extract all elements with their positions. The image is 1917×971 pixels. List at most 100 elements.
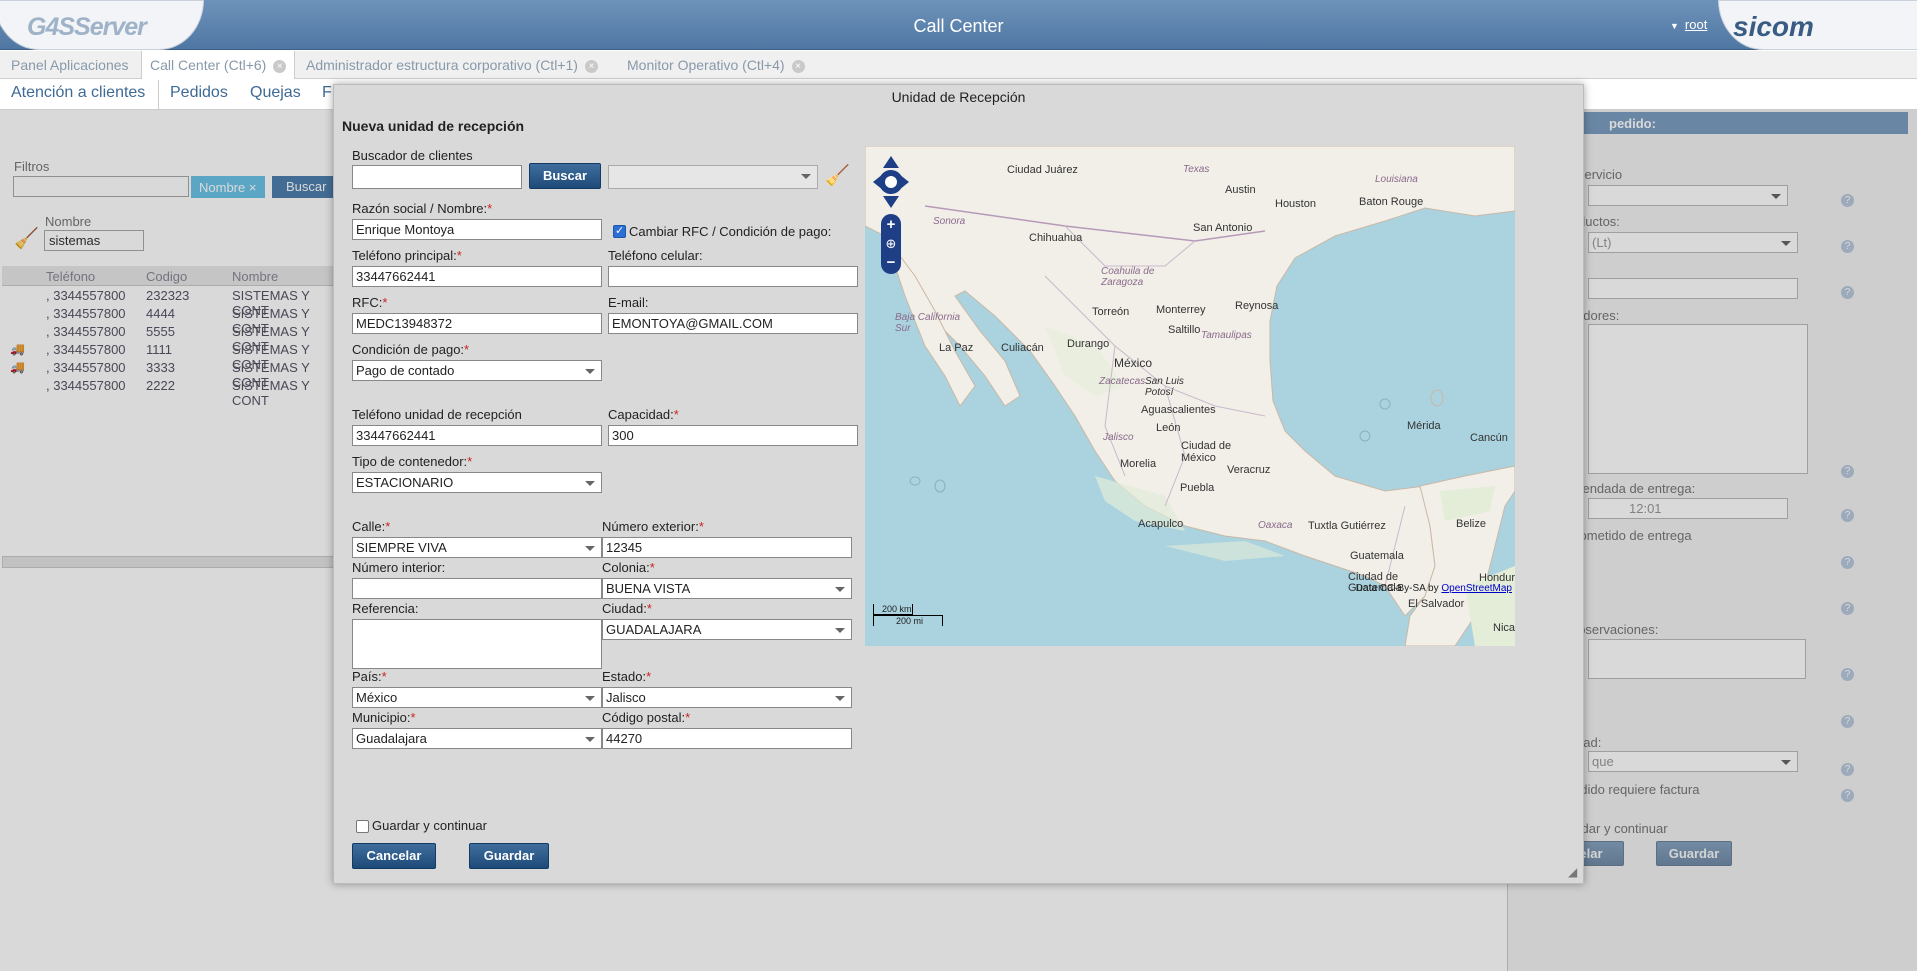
map-city: Mérida — [1407, 420, 1441, 432]
dialog-title: Unidad de Recepción — [891, 89, 1026, 105]
map-city: Acapulco — [1138, 518, 1184, 530]
municipality-select[interactable]: Guadalajara — [352, 728, 602, 749]
reference-textarea[interactable] — [352, 619, 602, 669]
tab-atencion-clientes[interactable]: Atención a clientes — [11, 84, 145, 102]
map-city: Torreón — [1092, 306, 1130, 318]
save-button[interactable]: Guardar — [469, 843, 549, 869]
colonia-select[interactable]: BUENA VISTA — [602, 578, 852, 599]
map-city: Nica — [1493, 622, 1515, 634]
map-city: Tuxtla Gutiérrez — [1308, 520, 1386, 532]
attribution-text: Data CC-By-SA by — [1355, 583, 1439, 594]
street-select[interactable]: SIEMPRE VIVA — [352, 537, 602, 558]
map-city: León — [1156, 422, 1181, 434]
client-search-input[interactable] — [352, 165, 522, 189]
map-city: Reynosa — [1235, 300, 1279, 312]
search-button[interactable]: Buscar — [529, 163, 601, 189]
container-type-select[interactable]: ESTACIONARIO — [352, 472, 602, 493]
tab-label: Panel Aplicaciones — [11, 57, 129, 73]
colonia-label: Colonia:* — [602, 560, 655, 575]
tab-monitor-operativo[interactable]: Monitor Operativo (Ctl+4) × — [627, 57, 805, 73]
map-region: Tamaulipas — [1201, 330, 1252, 341]
interior-number-input[interactable] — [352, 578, 602, 599]
globe-icon[interactable]: ⊕ — [881, 236, 901, 252]
container-type-label: Tipo de contenedor:* — [352, 454, 473, 469]
unit-phone-input[interactable]: 33447662441 — [352, 425, 602, 446]
business-name-input[interactable]: Enrique Montoya — [352, 219, 602, 240]
tab-administrador[interactable]: Administrador estructura corporativo (Ct… — [306, 57, 598, 73]
app-tabs-bar: Panel Aplicaciones Call Center (Ctl+6) × … — [0, 51, 1917, 79]
payment-condition-select[interactable]: Pago de contado — [352, 360, 602, 381]
openstreetmap-link[interactable]: OpenStreetMap — [1441, 583, 1512, 594]
user-menu[interactable]: ▼ root — [1670, 17, 1707, 32]
email-label: E-mail: — [608, 295, 649, 310]
map-city: El Salvador — [1408, 598, 1465, 610]
state-label: Estado:* — [602, 669, 652, 684]
map-region: Zacatecas — [1099, 376, 1146, 387]
state-select[interactable]: Jalisco — [602, 687, 852, 708]
map-zoom-control: + ⊕ − — [881, 214, 901, 274]
interior-number-label: Número interior: — [352, 560, 446, 575]
capacity-input[interactable]: 300 — [608, 425, 858, 446]
close-icon[interactable]: × — [791, 59, 805, 73]
scale-mi: 200 mi — [873, 615, 943, 626]
resize-handle-icon[interactable]: ◢ — [1568, 865, 1577, 879]
email-input[interactable]: EMONTOYA@GMAIL.COM — [608, 313, 858, 334]
postal-code-input[interactable]: 44270 — [602, 728, 852, 749]
map-city: Ciudad Juárez — [1007, 164, 1078, 176]
client-search-label: Buscador de clientes — [352, 148, 473, 163]
map-view[interactable]: Ciudad Juárez Austin Houston Baton Rouge… — [865, 146, 1515, 646]
user-link[interactable]: root — [1685, 17, 1707, 32]
close-icon[interactable]: × — [584, 59, 598, 73]
logo-text: sicom — [1733, 11, 1814, 42]
close-icon[interactable]: × — [273, 59, 287, 73]
change-rfc-label: Cambiar RFC / Condición de pago: — [629, 224, 832, 239]
city-label: Ciudad:* — [602, 601, 652, 616]
app-title: Call Center — [913, 16, 1004, 36]
cancel-button[interactable]: Cancelar — [352, 843, 436, 869]
map-city: Cancún — [1470, 432, 1508, 444]
tab-panel-aplicaciones[interactable]: Panel Aplicaciones — [11, 57, 129, 73]
main-phone-input[interactable]: 33447662441 — [352, 266, 602, 287]
tab-more[interactable]: F — [322, 84, 332, 102]
change-rfc-checkbox[interactable] — [613, 224, 626, 238]
pan-arrows-icon[interactable] — [873, 154, 909, 210]
map-city: La Paz — [939, 342, 974, 354]
broom-icon[interactable]: 🧹 — [825, 163, 850, 188]
map-city: Oaxaca — [1258, 520, 1293, 531]
mobile-phone-input[interactable] — [608, 266, 858, 287]
unit-phone-label: Teléfono unidad de recepción — [352, 407, 522, 422]
tab-label: Administrador estructura corporativo (Ct… — [306, 57, 578, 73]
chevron-down-icon: ▼ — [1670, 21, 1679, 31]
tab-label: Monitor Operativo (Ctl+4) — [627, 57, 785, 73]
tab-pedidos[interactable]: Pedidos — [170, 84, 228, 102]
map-region: Coahuila de Zaragoza — [1101, 266, 1155, 288]
save-continue-checkbox[interactable] — [356, 820, 369, 833]
exterior-number-input[interactable]: 12345 — [602, 537, 852, 558]
client-results-select[interactable] — [608, 165, 818, 189]
map-city: Morelia — [1120, 458, 1157, 470]
map-city: Puebla — [1180, 482, 1215, 494]
tab-call-center[interactable]: Call Center (Ctl+6) × — [141, 51, 296, 79]
country-select[interactable]: México — [352, 687, 602, 708]
rfc-input[interactable]: MEDC13948372 — [352, 313, 602, 334]
map-city: Baton Rouge — [1359, 196, 1424, 208]
map-city: San Luis Potosí — [1145, 376, 1184, 398]
city-select[interactable]: GUADALAJARA — [602, 619, 852, 640]
mobile-phone-label: Teléfono celular: — [608, 248, 703, 263]
map-city: Monterrey — [1156, 304, 1206, 316]
scale-km: 200 km — [873, 604, 913, 615]
sicom-logo: sicom — [1718, 0, 1917, 50]
tab-quejas[interactable]: Quejas — [250, 84, 301, 102]
map-scale-bar: 200 km 200 mi — [873, 604, 943, 626]
zoom-out-icon[interactable]: − — [881, 254, 901, 271]
map-pan-control[interactable] — [873, 154, 909, 210]
map-city: Culiacán — [1001, 342, 1044, 354]
map-city: Guatemala — [1350, 550, 1404, 562]
map-city: Belize — [1456, 518, 1486, 530]
map-region: Louisiana — [1375, 174, 1418, 185]
map-city: Houston — [1275, 198, 1316, 210]
reference-label: Referencia: — [352, 601, 419, 616]
street-label: Calle:* — [352, 519, 391, 534]
dialog-subtitle: Nueva unidad de recepción — [342, 118, 525, 134]
zoom-in-icon[interactable]: + — [881, 216, 901, 233]
